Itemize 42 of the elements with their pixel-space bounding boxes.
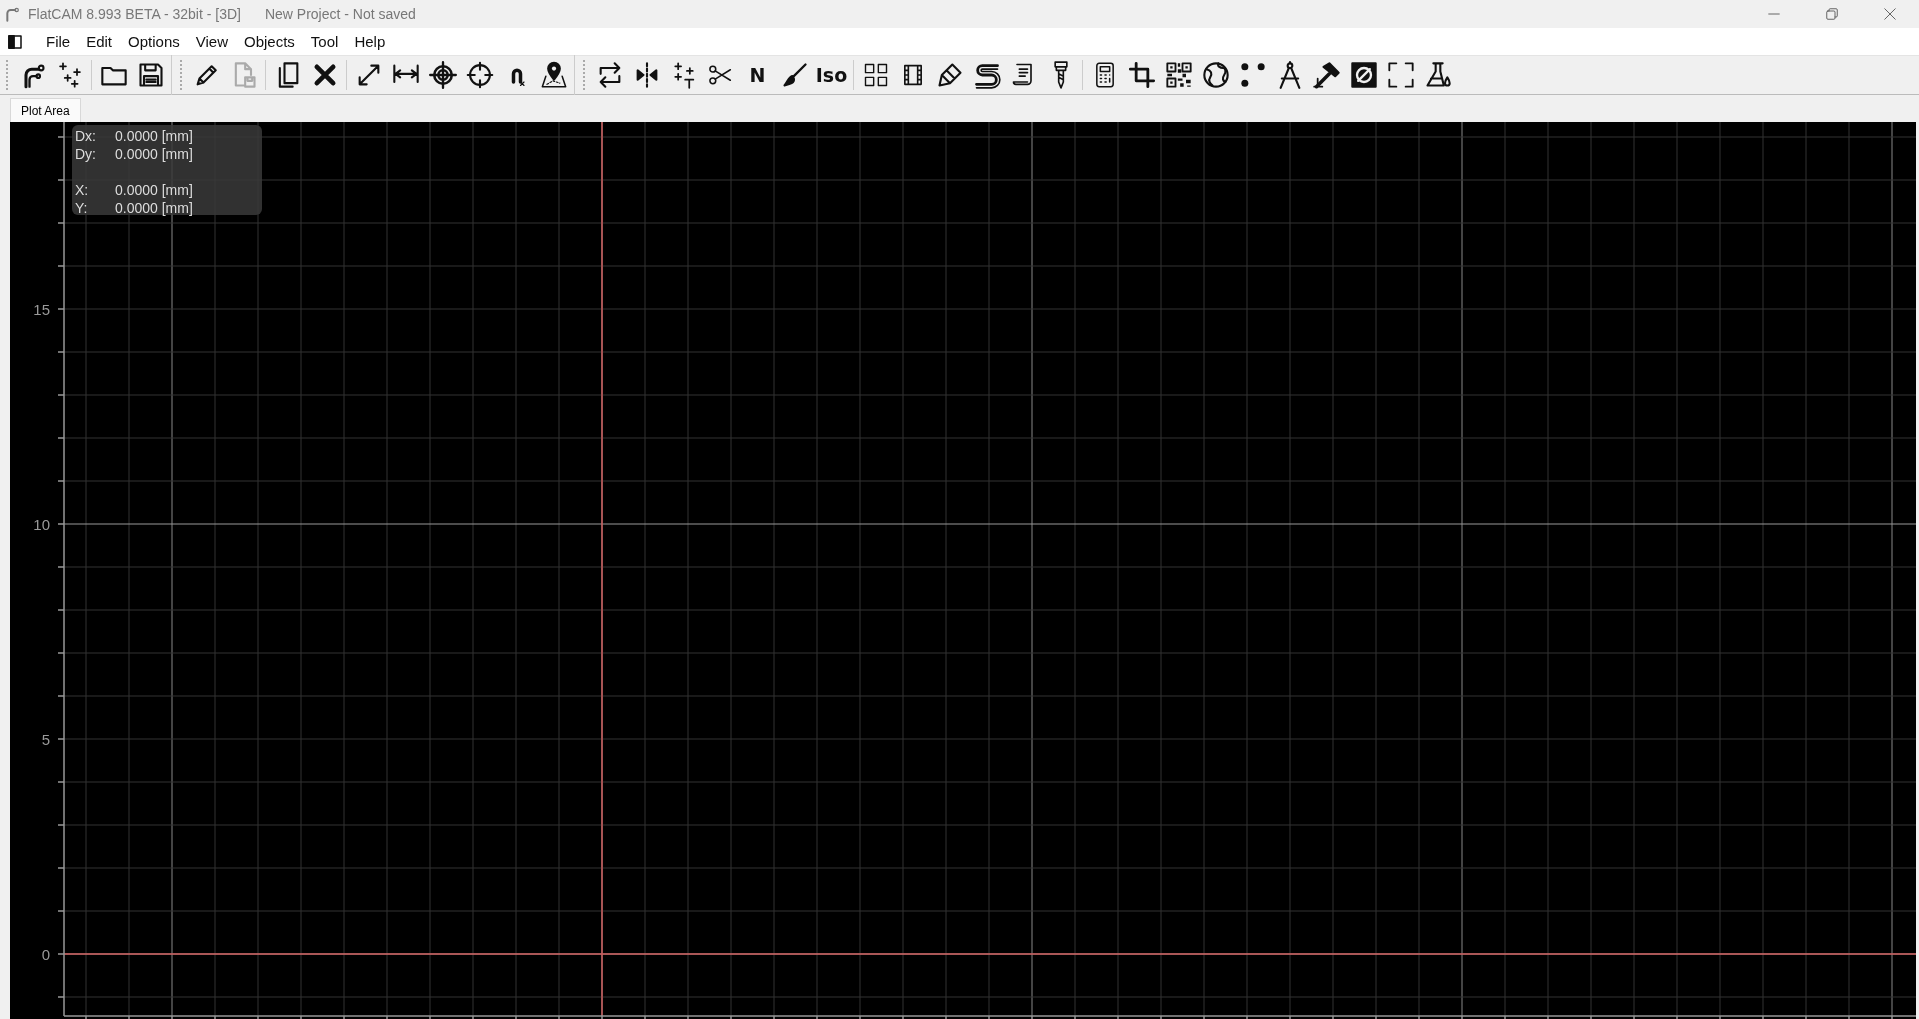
readout-value: 0.0000 [mm]: [115, 199, 193, 217]
marker-icon[interactable]: [935, 61, 964, 89]
flask-icon[interactable]: [1423, 61, 1452, 89]
crop-icon[interactable]: [1127, 61, 1156, 89]
window-title: FlatCAM 8.993 BETA - 32bit - [3D]: [28, 4, 241, 24]
y-tick-label: 15: [33, 301, 50, 318]
menu-item[interactable]: Edit: [78, 28, 121, 55]
restore-icon[interactable]: [1823, 5, 1841, 23]
app-logo-icon: [4, 6, 20, 22]
y-tick-label: 5: [41, 731, 50, 748]
tool-button[interactable]: Iso: [814, 58, 849, 92]
plot-area-tab[interactable]: Plot Area: [10, 98, 81, 122]
target-icon[interactable]: [428, 61, 457, 89]
dots-icon[interactable]: [1238, 61, 1267, 89]
qr-code-icon[interactable]: [1164, 61, 1193, 89]
hammer-icon[interactable]: [1312, 61, 1341, 89]
menu-item[interactable]: Objects: [236, 28, 303, 55]
menu-item[interactable]: File: [38, 28, 79, 55]
readout-label: Y:: [75, 199, 89, 217]
readout-value: 0.0000 [mm]: [115, 127, 193, 145]
readout-value: 0.0000 [mm]: [115, 145, 193, 163]
readout-label: Dx:: [75, 127, 97, 145]
map-pin-icon[interactable]: [539, 61, 568, 89]
menu-item[interactable]: Options: [120, 28, 188, 55]
fullscreen-icon[interactable]: [1386, 61, 1415, 89]
menu-item[interactable]: Tool: [302, 28, 347, 55]
tool-button[interactable]: N: [740, 58, 775, 92]
crosshair-icon[interactable]: [465, 61, 494, 89]
menu-item[interactable]: Help: [346, 28, 394, 55]
menu-item[interactable]: View: [187, 28, 236, 55]
readout-label: X:: [75, 181, 90, 199]
square-slash-icon[interactable]: [1349, 61, 1378, 89]
s-curves-icon[interactable]: [972, 61, 1001, 89]
sidebar-toggle-icon[interactable]: [8, 34, 22, 49]
readout-value: 0.0000 [mm]: [115, 181, 193, 199]
project-status: New Project - Not saved: [264, 4, 416, 24]
brush-icon[interactable]: [780, 61, 809, 89]
y-tick-label: 0: [41, 946, 50, 963]
globe-icon[interactable]: [1201, 61, 1230, 89]
readout-label: Dy:: [75, 145, 97, 163]
y-tick-label: 10: [33, 516, 50, 533]
close-icon[interactable]: [1881, 5, 1899, 23]
